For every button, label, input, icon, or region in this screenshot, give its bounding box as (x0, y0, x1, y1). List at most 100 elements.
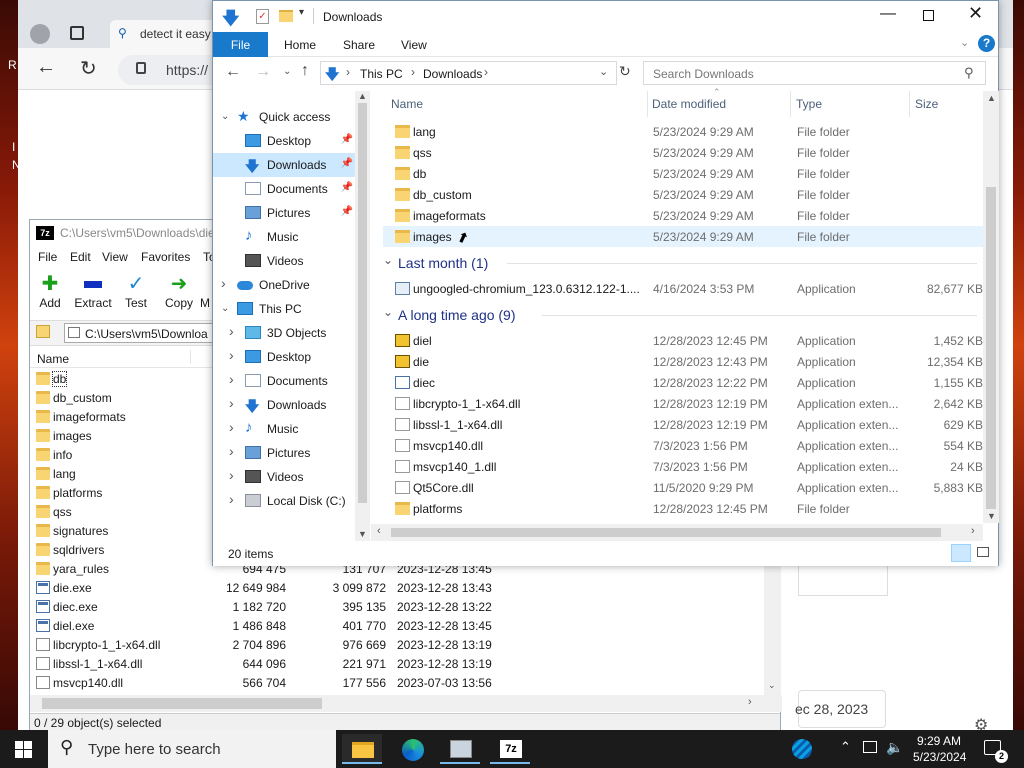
tab-share[interactable]: Share (343, 38, 375, 52)
app-tray-icon[interactable] (792, 739, 812, 759)
explorer-titlebar[interactable]: 🡇 ✓ ▾ Downloads — ✕ (213, 1, 998, 32)
breadcrumb-downloads[interactable]: Downloads (423, 67, 482, 81)
app-taskbar-icon[interactable] (440, 734, 480, 764)
volume-muted-icon[interactable]: 🔈 (886, 739, 903, 756)
chevron-right-icon[interactable]: › (229, 491, 234, 507)
address-dropdown-icon[interactable]: ⌄ (599, 65, 608, 78)
chevron-down-icon[interactable]: ⌄ (221, 111, 229, 122)
table-row[interactable]: diec.exe 1 182 720 395 135 2023-12-28 13:22 (30, 598, 770, 617)
nav-item-downloads[interactable]: › 🡇 Downloads (213, 393, 355, 417)
file-row[interactable]: lang 5/23/2024 9:29 AM File folder (383, 121, 983, 142)
navigation-scrollbar[interactable]: ▲ ▼ (355, 91, 370, 541)
properties-icon[interactable]: ✓ (256, 9, 269, 24)
close-icon[interactable]: ✕ (968, 3, 983, 24)
column-name[interactable]: Name (37, 352, 69, 366)
path-input[interactable]: C:\Users\vm5\Downloa (64, 323, 214, 343)
file-list-vscroll-thumb[interactable] (986, 187, 996, 509)
nav-item-pictures[interactable]: › Pictures (213, 441, 355, 465)
navigation-scroll-thumb[interactable] (358, 103, 367, 503)
date-card[interactable]: ec 28, 2023 (795, 690, 886, 728)
large-icons-view-icon[interactable] (977, 547, 989, 557)
scroll-left-icon[interactable]: ‹ (377, 525, 381, 537)
time-text[interactable]: 9:29 AM (917, 734, 961, 748)
refresh-icon[interactable]: ↻ (619, 63, 631, 80)
taskbar-search[interactable]: ⚲ Type here to search (48, 730, 336, 768)
scroll-up-icon[interactable]: ▲ (358, 91, 367, 101)
nav-item-quick-access[interactable]: ⌄ ★ Quick access (213, 105, 355, 129)
nav-item-music[interactable]: ♪ Music (213, 225, 355, 249)
refresh-icon[interactable]: ↻ (80, 56, 97, 81)
chevron-right-icon[interactable]: › (229, 323, 234, 339)
file-row[interactable]: msvcp140.dll 7/3/2023 1:56 PM Application … (383, 435, 983, 456)
scroll-right-icon[interactable]: › (971, 525, 975, 537)
chevron-down-icon[interactable]: ⌄ (383, 253, 393, 267)
back-arrow-icon[interactable]: ← (36, 56, 56, 79)
chevron-right-icon[interactable]: › (229, 443, 234, 459)
file-row[interactable]: platforms 12/28/2023 12:45 PM File folder (383, 498, 983, 519)
nav-item-onedrive[interactable]: › OneDrive (213, 273, 355, 297)
table-row[interactable]: msvcp140.dll 566 704 177 556 2023-07-03 13:… (30, 674, 770, 693)
chevron-right-icon[interactable]: › (221, 275, 226, 291)
file-row[interactable]: qss 5/23/2024 9:29 AM File folder (383, 142, 983, 163)
address-bar[interactable]: 🡇 › This PC › Downloads › ⌄ (320, 61, 617, 85)
nav-item-local-disk-c[interactable]: › Local Disk (C:) (213, 489, 355, 513)
tab-home[interactable]: Home (284, 38, 316, 52)
maximize-icon[interactable] (923, 10, 934, 21)
customize-dropdown-icon[interactable]: ▾ (299, 7, 304, 18)
chevron-right-icon[interactable]: › (229, 419, 234, 435)
nav-item-pictures[interactable]: Pictures 📌 (213, 201, 355, 225)
nav-item-videos[interactable]: › Videos (213, 465, 355, 489)
menu-file[interactable]: File (38, 250, 57, 264)
extract-button[interactable]: Extract (71, 272, 115, 310)
table-row[interactable]: libcrypto-1_1-x64.dll 2 704 896 976 669 202… (30, 636, 770, 655)
network-icon[interactable] (863, 741, 877, 753)
chevron-right-icon[interactable]: › (229, 395, 234, 411)
menu-favorites[interactable]: Favorites (141, 250, 190, 264)
file-row[interactable]: libssl-1_1-x64.dll 12/28/2023 12:19 PM App… (383, 414, 983, 435)
column-name[interactable]: Name (391, 97, 423, 111)
file-row[interactable]: images 5/23/2024 9:29 AM File folder ⬈ (383, 226, 983, 247)
file-row[interactable]: libcrypto-1_1-x64.dll 12/28/2023 12:19 PM… (383, 393, 983, 414)
menu-edit[interactable]: Edit (70, 250, 91, 264)
up-arrow-icon[interactable]: ↑ (301, 62, 309, 80)
group-header[interactable]: ⌄ Last month (1) (383, 252, 983, 274)
file-row[interactable]: imageformats 5/23/2024 9:29 AM File folder (383, 205, 983, 226)
column-date[interactable]: Date modified (652, 97, 726, 111)
tab-view[interactable]: View (401, 38, 427, 52)
chevron-up-icon[interactable]: ⌃ (840, 739, 851, 755)
file-list-hscroll[interactable]: ‹ › (371, 524, 983, 541)
file-row[interactable]: diec 12/28/2023 12:22 PM Application 1,155 … (383, 372, 983, 393)
test-button[interactable]: ✓ Test (114, 272, 158, 310)
column-type[interactable]: Type (796, 97, 822, 111)
file-row[interactable]: diel 12/28/2023 12:45 PM Application 1,452 … (383, 330, 983, 351)
nav-item-music[interactable]: › ♪ Music (213, 417, 355, 441)
nav-item-documents[interactable]: Documents 📌 (213, 177, 355, 201)
file-row[interactable]: db 5/23/2024 9:29 AM File folder (383, 163, 983, 184)
table-row[interactable]: diel.exe 1 486 848 401 770 2023-12-28 13:45 (30, 617, 770, 636)
chevron-right-icon[interactable]: › (229, 467, 234, 483)
help-icon[interactable]: ? (978, 35, 995, 52)
chevron-right-icon[interactable]: › (229, 371, 234, 387)
file-list-hscroll-thumb[interactable] (391, 528, 941, 537)
nav-item-videos[interactable]: Videos (213, 249, 355, 273)
nav-item-desktop[interactable]: Desktop 📌 (213, 129, 355, 153)
up-folder-icon[interactable] (36, 325, 50, 338)
table-row[interactable]: die.exe 12 649 984 3 099 872 2023-12-28 13:… (30, 579, 770, 598)
date-text[interactable]: 5/23/2024 (913, 750, 966, 764)
file-list-vscroll[interactable]: ▲ ▼ (983, 91, 999, 523)
menu-view[interactable]: View (102, 250, 128, 264)
file-row[interactable]: ungoogled-chromium_123.0.6312.122-1.... 4… (383, 278, 983, 299)
minimize-icon[interactable]: — (880, 5, 896, 23)
nav-item-3d-objects[interactable]: › 3D Objects (213, 321, 355, 345)
chevron-down-icon[interactable]: ⌄ (221, 303, 229, 314)
nav-item-desktop[interactable]: › Desktop (213, 345, 355, 369)
group-header[interactable]: ⌄ A long time ago (9) (383, 304, 983, 326)
scroll-up-icon[interactable]: ▲ (987, 93, 996, 103)
tab-actions-icon[interactable] (70, 26, 84, 40)
table-row[interactable]: libssl-1_1-x64.dll 644 096 221 971 2023-12-… (30, 655, 770, 674)
windows-start-icon[interactable] (15, 741, 32, 758)
nav-item-this-pc[interactable]: ⌄ This PC (213, 297, 355, 321)
7zip-hscroll[interactable]: › (30, 695, 782, 712)
file-explorer-taskbar-icon[interactable] (342, 734, 382, 764)
chevron-down-icon[interactable]: ⌄ (383, 305, 393, 319)
